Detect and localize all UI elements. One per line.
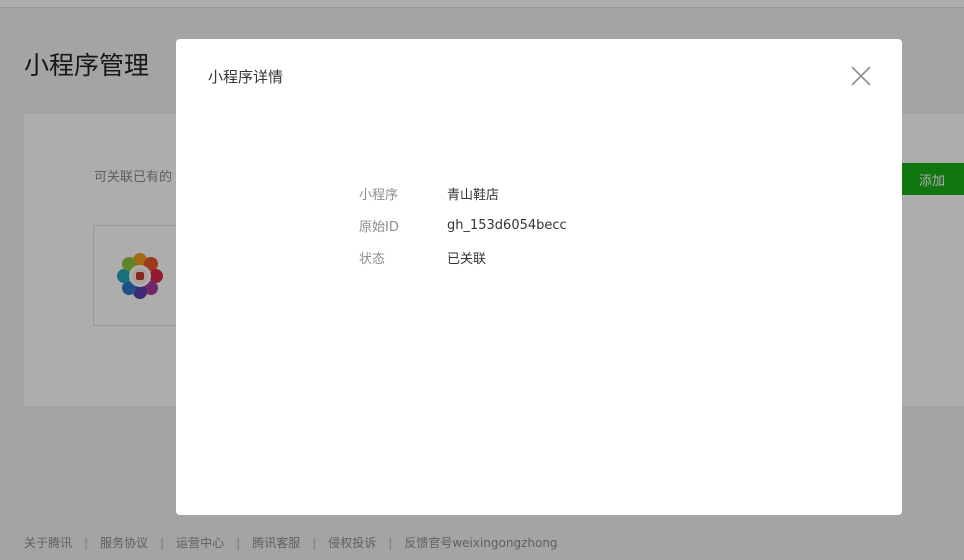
detail-label: 小程序 (359, 187, 399, 203)
close-button[interactable] (846, 61, 876, 91)
detail-row-original-id: 原始ID gh_153d6054becc (359, 209, 679, 241)
status-value: 已关联 (447, 251, 487, 267)
dialog-title: 小程序详情 (208, 68, 284, 86)
original-id-value: gh_153d6054becc (447, 217, 567, 233)
detail-row-name: 小程序 青山鞋店 (359, 177, 679, 209)
detail-label: 状态 (359, 251, 386, 267)
detail-list: 小程序 青山鞋店 原始ID gh_153d6054becc 状态 已关联 (359, 177, 679, 273)
close-icon (851, 66, 871, 86)
mini-program-name: 青山鞋店 (447, 187, 500, 203)
detail-label: 原始ID (359, 219, 399, 235)
mini-program-detail-dialog: 小程序详情 小程序 青山鞋店 原始ID gh_153d6054becc 状态 已… (176, 39, 902, 515)
detail-row-status: 状态 已关联 (359, 241, 679, 273)
